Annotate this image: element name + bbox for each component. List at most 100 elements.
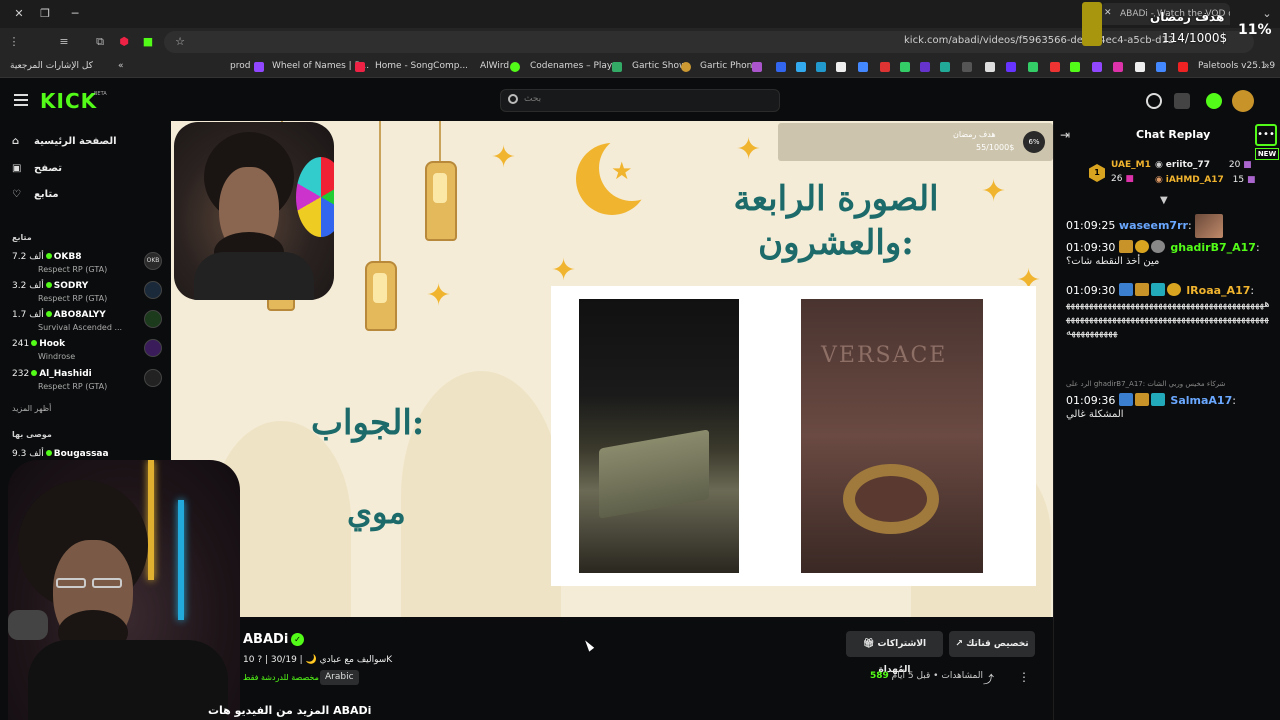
goal-value: 55/1000$ — [976, 143, 1015, 152]
heart-icon: ♡ — [12, 189, 21, 200]
ext-icon-15 — [1156, 62, 1166, 72]
lantern-wire — [439, 121, 441, 161]
chat-username[interactable]: waseem7rr — [1119, 219, 1188, 232]
led-light — [178, 500, 184, 620]
puzzle-icon[interactable]: ⧉ — [92, 34, 108, 50]
chat-message-text: المشكلة غالي — [1066, 409, 1124, 420]
bookmark-alwird[interactable]: AlWird — [480, 61, 509, 71]
channel-item[interactable]: 232 Al_Hashidi Respect RP (GTA) — [12, 369, 162, 397]
ext-icon-8 — [900, 62, 910, 72]
more-options-icon[interactable]: ⋮ — [1018, 670, 1030, 684]
ext-icon-5 — [836, 62, 846, 72]
youtube-icon — [1178, 62, 1188, 72]
restore-window-icon[interactable]: ❐ — [36, 6, 54, 22]
bookmarks-bar: كل الإشارات المرجعية « prod Wheel of Nam… — [0, 56, 1280, 78]
search-placeholder: بحث — [524, 94, 542, 104]
chat-message[interactable]: 01:09:30 lRoaa_A17: هههههههههههههههههههه… — [1066, 283, 1271, 340]
channel-viewers-row: 9.3 ألف Bougassaa — [12, 449, 109, 459]
mosque-arch — [401, 371, 561, 617]
reply-context: الرد على ghadirB7_A17: شركاء مخيس وربي ا… — [1066, 380, 1226, 388]
nav-following-label: متابع — [34, 189, 59, 200]
bookmark-all[interactable]: كل الإشارات المرجعية — [10, 61, 93, 71]
search-input[interactable] — [500, 89, 780, 112]
show-more-link[interactable]: أظهر المزيد — [12, 404, 51, 413]
channel-item[interactable]: 1.7 ألف ABO8ALYY Survival Ascended ... — [12, 310, 162, 338]
versace-text: VERSACE — [821, 343, 948, 368]
user-avatar[interactable] — [1232, 90, 1254, 112]
tab-search-icon[interactable]: ⌄ — [1258, 6, 1276, 22]
chat-username[interactable]: SalmaA17 — [1170, 394, 1232, 407]
bookmark-star-icon[interactable]: ☆ — [172, 34, 188, 50]
chat-message-text: مين أخذ النقطه شات؟ — [1066, 256, 1160, 267]
extensions-icon[interactable]: ≡ — [56, 34, 72, 50]
time-ago: قبل 5 أيام — [891, 671, 931, 681]
channel-viewers-row: 7.2 ألف OKB8 — [12, 252, 82, 262]
activity-icon[interactable] — [1146, 93, 1162, 109]
new-badge: NEW — [1255, 148, 1279, 160]
chat-message[interactable]: 01:09:30 ghadirB7_A17: مين أخذ النقطه شا… — [1066, 240, 1271, 269]
chat-message[interactable]: 01:09:25 waseem7rr: — [1066, 214, 1271, 238]
verified-icon: ✓ — [291, 633, 304, 646]
minimize-window-icon[interactable]: ─ — [66, 6, 84, 22]
url-text[interactable]: kick.com/abadi/videos/f5963566-de2b-4ec4… — [904, 35, 1174, 46]
bookmarks-more-icon[interactable]: » — [1264, 61, 1270, 71]
star-icon: ✦ — [736, 132, 762, 167]
channel-game: Survival Ascended ... — [38, 323, 123, 332]
share-icon[interactable]: ⤴ — [983, 671, 994, 687]
clip-icon[interactable] — [1174, 93, 1190, 109]
shield-icon[interactable]: ⬢ — [116, 34, 132, 50]
chat-message[interactable]: 01:09:36 SalmaA17: المشكلة غالي — [1066, 393, 1271, 422]
chat-settings-button[interactable]: ••• — [1255, 124, 1277, 146]
channel-item[interactable]: 3.2 ألف SODRY Respect RP (GTA) — [12, 281, 162, 309]
ring-object — [843, 464, 939, 534]
customize-channel-button[interactable]: ↗ تخصيص قناتك — [949, 631, 1035, 657]
kick-ext-icon[interactable]: ■ — [140, 34, 156, 50]
bookmark-gartic-show[interactable]: Gartic Show — [632, 61, 686, 71]
bookmark-songcomp[interactable]: Home - SongComp... — [375, 61, 468, 71]
channel-viewers-row: 241 Hook — [12, 339, 66, 349]
leader-2[interactable]: ◉ eriito_77 20 ■ — [1155, 160, 1252, 170]
instagram-icon — [1113, 62, 1123, 72]
bookmarks-overflow-icon[interactable]: « — [118, 61, 124, 71]
nav-following[interactable]: ♡ متابع — [12, 189, 59, 200]
answer-text: موي — [347, 493, 406, 531]
nav-browse[interactable]: ▣ تصفح — [12, 163, 62, 174]
menu-dots-icon[interactable]: ⋮ — [6, 34, 22, 50]
close-window-icon[interactable]: ✕ — [10, 6, 28, 22]
twitch-icon-2 — [1092, 62, 1102, 72]
kick-logo[interactable]: KICK — [40, 89, 97, 113]
star-icon: ✦ — [551, 253, 577, 288]
leader-1[interactable]: UAE_M1 — [1111, 160, 1151, 170]
collapse-chat-icon[interactable]: ⇥ — [1060, 128, 1070, 142]
tab-close-icon[interactable]: ✕ — [1104, 8, 1112, 18]
bookmark-prod[interactable]: prod — [230, 61, 250, 71]
shirt — [28, 640, 228, 720]
answer-label: الجواب: — [311, 403, 425, 443]
kick-coin-icon[interactable] — [1206, 93, 1222, 109]
bookmark-gartic-phone[interactable]: Gartic Phone — [700, 61, 758, 71]
nav-home[interactable]: ⌂ الصفحة الرئيسية — [12, 136, 117, 147]
streamer-name[interactable]: ABADi — [243, 632, 288, 647]
beta-label: BETA — [94, 91, 107, 97]
chat-username[interactable]: lRoaa_A17 — [1186, 284, 1250, 297]
channel-game: Respect RP (GTA) — [38, 382, 108, 391]
scroll-down-icon[interactable]: ▼ — [1160, 195, 1168, 206]
bookmark-codenames[interactable]: Codenames – Play... — [530, 61, 620, 71]
language-tag[interactable]: Arabic — [320, 670, 359, 685]
chat-username[interactable]: ghadirB7_A17 — [1170, 241, 1256, 254]
overlay-percent: 11% — [1238, 22, 1272, 38]
following-section-title: متابع — [12, 233, 32, 242]
channel-avatar — [144, 339, 162, 357]
nav-browse-label: تصفح — [34, 163, 63, 174]
chat-message-text: هههههههههههههههههههههههههههههههههههههههه… — [1066, 299, 1270, 338]
leader-3[interactable]: ◉ iAHMD_A17 15 ■ — [1155, 175, 1255, 185]
star-icon: ✦ — [426, 278, 452, 313]
menu-icon[interactable] — [14, 94, 28, 106]
channel-item[interactable]: 241 Hook Windrose — [12, 339, 162, 367]
ext-icon-1 — [752, 62, 762, 72]
gifted-subs-button[interactable]: 🎁︎ الاشتراكات المُهداة — [846, 631, 943, 675]
channel-item[interactable]: 7.2 ألف OKB8 Respect RP (GTA) OKB — [12, 252, 162, 280]
discord-icon — [985, 62, 995, 72]
ext-icon-9 — [920, 62, 930, 72]
views-count: 589 — [870, 671, 889, 681]
